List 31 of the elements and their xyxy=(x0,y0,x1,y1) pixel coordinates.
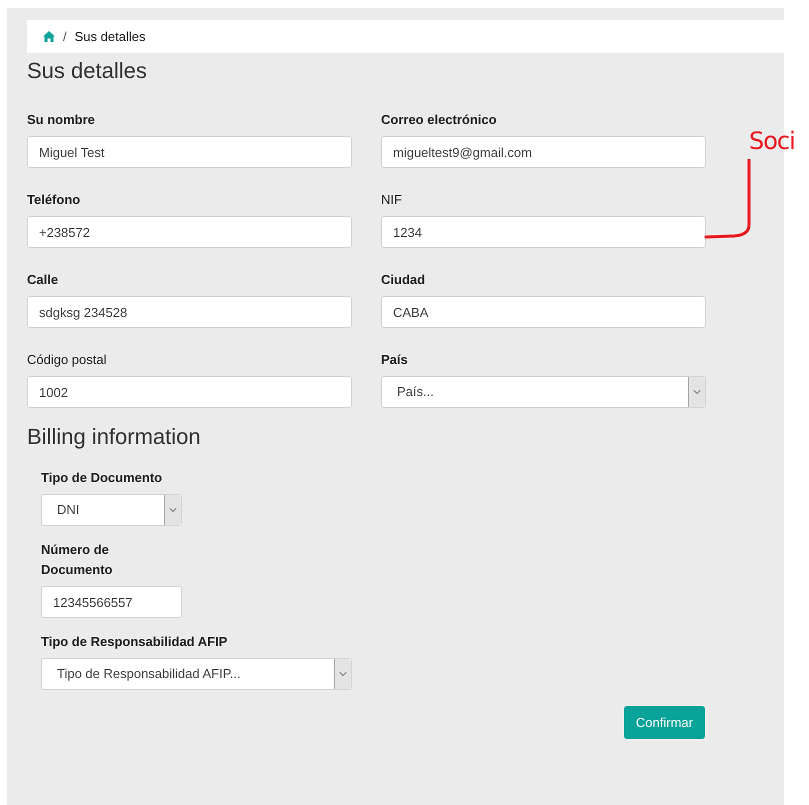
select-field[interactable]: País... xyxy=(381,376,706,408)
breadcrumb-separator: / xyxy=(63,28,67,46)
field-label: Tipo de Documento xyxy=(41,469,164,487)
chevron-down-icon xyxy=(164,495,181,525)
field-label: País xyxy=(381,351,409,369)
field-label: Tipo de Responsabilidad AFIP xyxy=(41,633,228,651)
field-label: Su nombre xyxy=(27,111,96,129)
input-field[interactable]: 12345566557 xyxy=(41,586,182,618)
handwritten-annotation: Soci xyxy=(749,126,795,156)
page-title: Sus detalles xyxy=(27,57,148,85)
input-field[interactable]: +238572 xyxy=(27,216,352,248)
section-title: Billing information xyxy=(27,423,202,451)
breadcrumb-current: Sus detalles xyxy=(74,28,146,46)
chevron-down-icon xyxy=(688,377,705,407)
input-field[interactable]: sdgksg 234528 xyxy=(27,296,352,328)
select-field[interactable]: DNI xyxy=(41,494,182,526)
field-label: NIF xyxy=(381,191,403,209)
input-field[interactable]: CABA xyxy=(381,296,706,328)
field-label: Calle xyxy=(27,271,60,289)
input-field[interactable]: 1002 xyxy=(27,376,352,408)
field-label: Ciudad xyxy=(381,271,426,289)
home-icon[interactable] xyxy=(43,31,55,42)
chevron-down-icon xyxy=(334,659,351,689)
input-field[interactable]: migueltest9@gmail.com xyxy=(381,136,706,168)
field-label: Código postal xyxy=(27,351,108,369)
input-field[interactable]: 1234 xyxy=(381,216,706,248)
select-field[interactable]: Tipo de Responsabilidad AFIP... xyxy=(41,658,352,690)
input-field[interactable]: Miguel Test xyxy=(27,136,352,168)
field-label: Número de Documento xyxy=(41,541,114,579)
field-label: Correo electrónico xyxy=(381,111,498,129)
field-label: Teléfono xyxy=(27,191,82,209)
